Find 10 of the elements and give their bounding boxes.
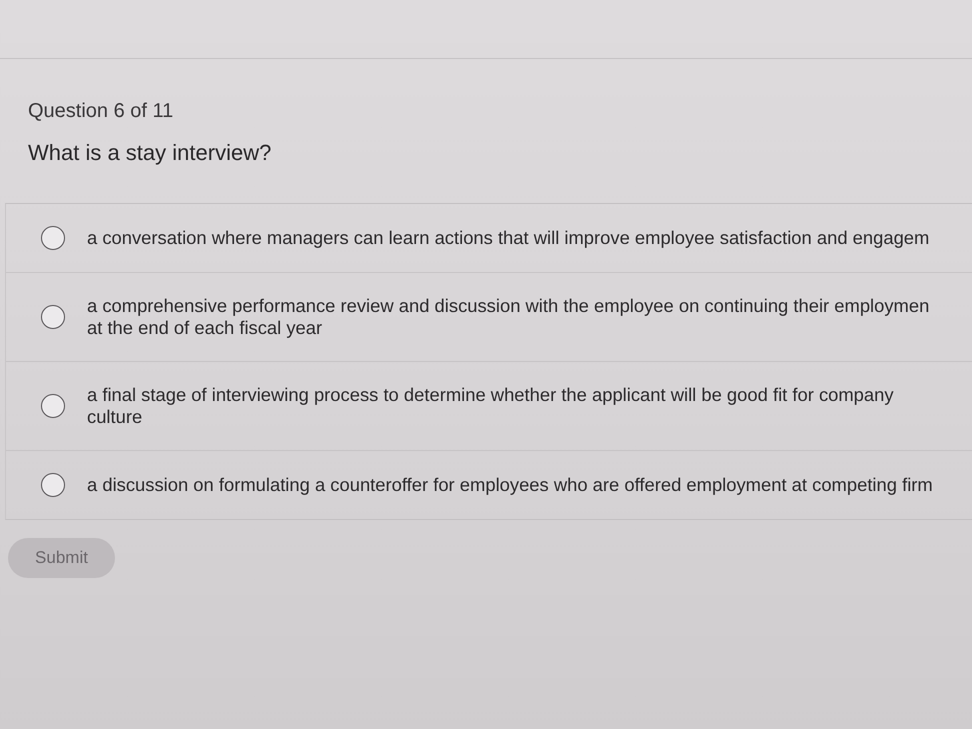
radio-button[interactable]: [41, 394, 65, 418]
radio-button[interactable]: [41, 226, 65, 250]
answer-option-text[interactable]: a comprehensive performance review and discussion with the employee on continuing their employmen at the end of each fiscal year: [87, 295, 930, 339]
answer-option-text[interactable]: a discussion on formulating a counteroffer for employees who are offered employment at competing firm: [87, 474, 933, 496]
question-text: What is a stay interview?: [28, 139, 272, 167]
answer-option-text[interactable]: a final stage of interviewing process to determine whether the applicant will be good fit for company culture: [87, 384, 894, 428]
answer-option-text[interactable]: a conversation where managers can learn actions that will improve employee satisfaction and engagem: [87, 227, 930, 249]
radio-button[interactable]: [41, 305, 65, 329]
question-counter: Question 6 of 11: [28, 99, 174, 124]
radio-button[interactable]: [41, 473, 65, 497]
